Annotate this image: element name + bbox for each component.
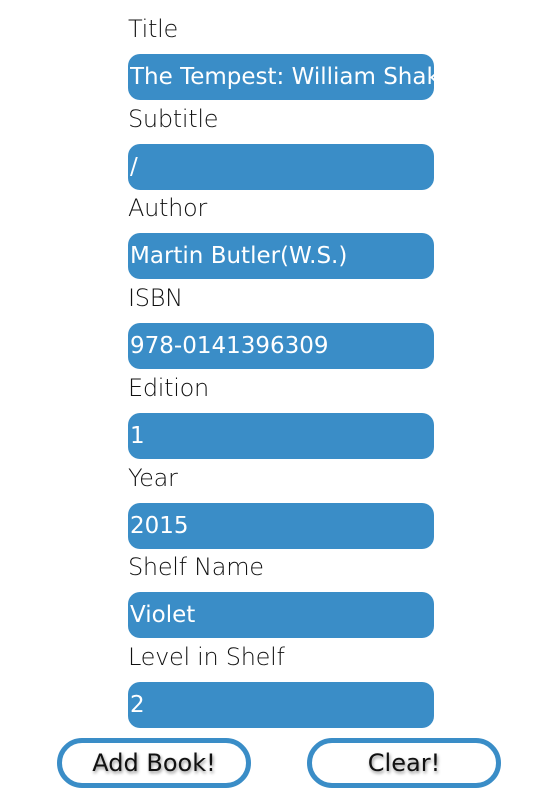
- author-field-box[interactable]: [128, 233, 434, 279]
- title-input[interactable]: [128, 54, 434, 100]
- shelf-name-field-box[interactable]: [128, 592, 434, 638]
- year-field-box[interactable]: [128, 503, 434, 549]
- author-input[interactable]: [128, 233, 434, 279]
- author-label: Author: [128, 194, 208, 222]
- year-label: Year: [128, 464, 178, 492]
- isbn-input[interactable]: [128, 323, 434, 369]
- title-field-box[interactable]: [128, 54, 434, 100]
- subtitle-input[interactable]: [128, 144, 434, 190]
- edition-label: Edition: [128, 374, 209, 402]
- level-in-shelf-label: Level in Shelf: [128, 643, 285, 671]
- shelf-name-input[interactable]: [128, 592, 434, 638]
- isbn-field-box[interactable]: [128, 323, 434, 369]
- shelf-name-label: Shelf Name: [128, 553, 264, 581]
- add-book-form: Title Subtitle Author ISBN Edition Year …: [0, 0, 560, 796]
- edition-input[interactable]: [128, 413, 434, 459]
- clear-button[interactable]: Clear!: [307, 738, 501, 788]
- isbn-label: ISBN: [128, 284, 183, 312]
- year-input[interactable]: [128, 503, 434, 549]
- level-in-shelf-field-box[interactable]: [128, 682, 434, 728]
- title-label: Title: [128, 15, 178, 43]
- subtitle-label: Subtitle: [128, 105, 219, 133]
- edition-field-box[interactable]: [128, 413, 434, 459]
- add-book-button[interactable]: Add Book!: [57, 738, 251, 788]
- subtitle-field-box[interactable]: [128, 144, 434, 190]
- level-in-shelf-input[interactable]: [128, 682, 434, 728]
